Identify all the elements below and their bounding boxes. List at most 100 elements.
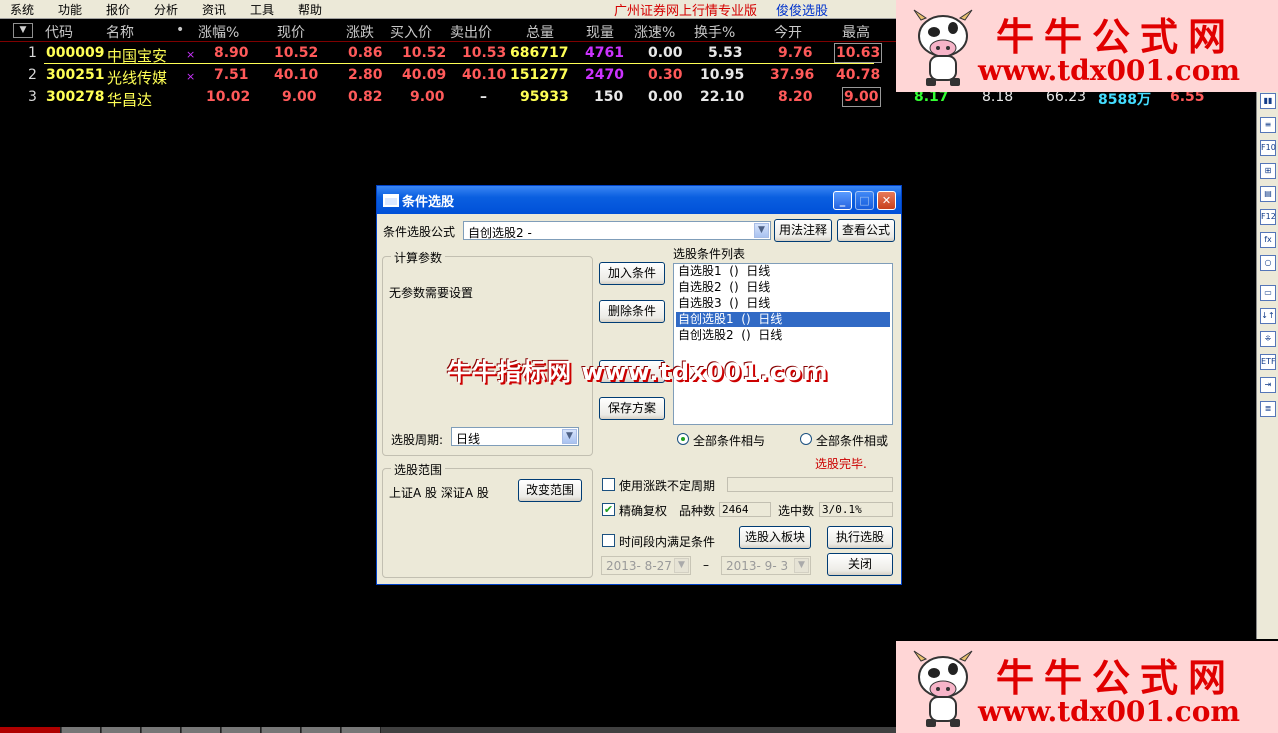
search-icon[interactable]: ○ (1260, 255, 1276, 271)
bottom-tab[interactable] (342, 727, 381, 733)
export-icon[interactable]: ⇥ (1260, 377, 1276, 393)
bottom-tab[interactable] (0, 727, 61, 733)
list-item[interactable]: 自选股1 () 日线 (676, 264, 890, 279)
status-text: 选股完毕. (815, 457, 867, 471)
stack-icon[interactable]: ≣ (1260, 401, 1276, 417)
header-turnover[interactable]: 换手% (694, 22, 735, 42)
stock-change: 0.86 (348, 45, 383, 61)
chevron-down-icon[interactable]: ▼ (754, 223, 769, 238)
usage-notes-button[interactable]: 用法注释 (774, 219, 832, 242)
header-speed[interactable]: 涨速% (634, 22, 675, 42)
header-change[interactable]: 涨跌 (346, 22, 374, 42)
date-from-value: 2013- 8-27 (606, 559, 672, 573)
stock-mark: × (186, 70, 196, 83)
header-bid[interactable]: 买入价 (390, 22, 432, 42)
exact-adjust-label: 精确复权 (619, 504, 668, 518)
menu-info[interactable]: 资讯 (202, 1, 226, 18)
list-icon[interactable]: ≡ (1260, 117, 1276, 133)
delete-condition-button[interactable]: 删除条件 (599, 300, 665, 323)
view-formula-button[interactable]: 查看公式 (837, 219, 895, 242)
bottom-tab[interactable] (142, 727, 181, 733)
sort-icon[interactable]: ↓↑ (1260, 308, 1276, 324)
exact-adjust-checkbox[interactable]: ✔ (602, 503, 615, 516)
etf-icon[interactable]: ETF (1260, 354, 1276, 370)
list-item-selected[interactable]: 自创选股1 () 日线 (676, 312, 890, 327)
radio-all-or[interactable] (800, 433, 812, 445)
bottom-tab[interactable] (222, 727, 261, 733)
ad-title: 牛牛公式网 (996, 14, 1237, 59)
add-condition-button[interactable]: 加入条件 (599, 262, 665, 285)
header-pct[interactable]: 涨幅% (198, 22, 239, 42)
minimize-icon[interactable]: _ (833, 191, 852, 210)
time-range-checkbox[interactable] (602, 534, 615, 547)
f12-icon[interactable]: F12 (1260, 209, 1276, 225)
junjun-select-link[interactable]: 俊俊选股 (776, 0, 828, 19)
list-item[interactable]: 自选股2 () 日线 (676, 280, 890, 295)
stock-ask: 40.10 (462, 67, 507, 83)
stock-speed: 0.00 (648, 45, 683, 61)
watermark-ad-top: 牛牛公式网 www.tdx001.com (896, 0, 1278, 92)
close-icon[interactable]: ✕ (877, 191, 896, 210)
change-range-button[interactable]: 改变范围 (518, 479, 582, 502)
menu-tools[interactable]: 工具 (250, 1, 274, 18)
formula-value: 自创选股2 - (468, 226, 532, 240)
grid-icon[interactable]: ⁜ (1260, 331, 1276, 347)
chevron-down-icon[interactable]: ▼ (562, 429, 577, 444)
header-ask[interactable]: 卖出价 (450, 22, 492, 42)
save-plan-button[interactable]: 保存方案 (599, 397, 665, 420)
stock-high: 40.78 (836, 67, 881, 83)
bottom-tab[interactable] (62, 727, 101, 733)
menu-quote[interactable]: 报价 (106, 1, 130, 18)
stock-high: 9.00 (842, 87, 881, 107)
menu-help[interactable]: 帮助 (298, 1, 322, 18)
sort-arrow-icon[interactable]: ▼ (13, 23, 33, 38)
stock-name: 华昌达 (107, 91, 153, 109)
stock-turnover: 5.53 (708, 45, 743, 61)
date-separator: – (703, 558, 709, 572)
radio-all-and-label: 全部条件相与 (693, 434, 766, 448)
time-range-label: 时间段内满足条件 (619, 535, 716, 549)
bottom-tab[interactable] (182, 727, 221, 733)
radio-all-or-label: 全部条件相或 (816, 434, 889, 448)
header-price[interactable]: 现价 (277, 22, 305, 42)
notebook-icon[interactable]: ▤ (1260, 186, 1276, 202)
stock-change: 2.80 (348, 67, 383, 83)
folder-icon[interactable]: ▭ (1260, 285, 1276, 301)
stock-speed: 0.00 (648, 89, 683, 105)
header-name[interactable]: 名称 (106, 22, 134, 42)
execute-select-button[interactable]: 执行选股 (827, 526, 893, 549)
header-current-vol[interactable]: 现量 (586, 22, 614, 42)
header-code[interactable]: 代码 (45, 22, 73, 42)
stock-mark: × (186, 48, 196, 61)
f10-icon[interactable]: F10 (1260, 140, 1276, 156)
formula-select[interactable]: 自创选股2 - ▼ (463, 221, 771, 240)
range-group-title: 选股范围 (391, 461, 446, 478)
to-block-button[interactable]: 选股入板块 (739, 526, 811, 549)
close-button[interactable]: 关闭 (827, 553, 893, 576)
stock-pct: 7.51 (214, 67, 249, 83)
condition-list[interactable]: 自选股1 () 日线 自选股2 () 日线 自选股3 () 日线 自创选股1 (… (673, 263, 893, 425)
formula-label: 条件选股公式 (383, 225, 456, 239)
stock-bid: 9.00 (410, 89, 445, 105)
stock-price: 10.52 (274, 45, 319, 61)
dialog-titlebar[interactable]: 条件选股 _ □ ✕ (377, 186, 901, 214)
bottom-tab[interactable] (262, 727, 301, 733)
header-open[interactable]: 今开 (774, 22, 802, 42)
list-item[interactable]: 自选股3 () 日线 (676, 296, 890, 311)
menu-function[interactable]: 功能 (58, 1, 82, 18)
menu-system[interactable]: 系统 (10, 1, 34, 18)
chart-icon[interactable]: ▮▮ (1260, 93, 1276, 109)
bottom-tab[interactable] (102, 727, 141, 733)
list-item[interactable]: 自创选股2 () 日线 (676, 328, 890, 343)
uncertain-period-checkbox[interactable] (602, 478, 615, 491)
function-icon[interactable]: fx (1260, 232, 1276, 248)
radio-all-and[interactable] (677, 433, 689, 445)
tree-icon[interactable]: ⊞ (1260, 163, 1276, 179)
header-volume[interactable]: 总量 (526, 22, 554, 42)
stock-current-vol: 150 (594, 89, 624, 105)
stock-amount: 8588万 (1098, 92, 1151, 108)
menu-analysis[interactable]: 分析 (154, 1, 178, 18)
period-select[interactable]: 日线 ▼ (451, 427, 579, 446)
header-high[interactable]: 最高 (842, 22, 870, 42)
bottom-tab[interactable] (302, 727, 341, 733)
